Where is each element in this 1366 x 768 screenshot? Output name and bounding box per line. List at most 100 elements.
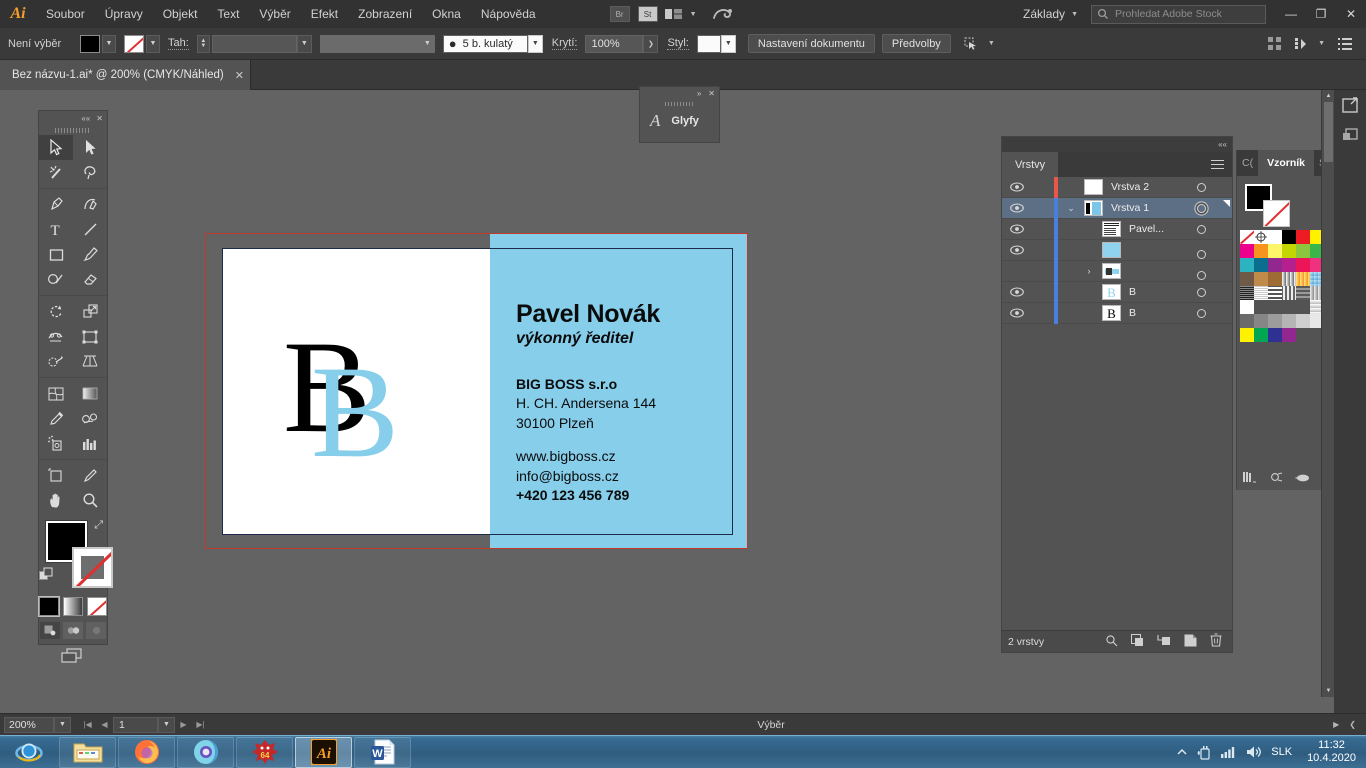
status-resize-icon[interactable]: ❮	[1349, 720, 1356, 729]
align-chevron-icon[interactable]: ▼	[1318, 40, 1325, 47]
layer-visibility-icon[interactable]	[1002, 287, 1032, 297]
swatch-none[interactable]	[1240, 230, 1254, 244]
status-indicator[interactable]: Výběr	[757, 719, 784, 731]
layer-thumbnail[interactable]	[1084, 179, 1103, 195]
swatch-pattern[interactable]	[1268, 286, 1282, 300]
volume-icon[interactable]	[1246, 745, 1262, 759]
taskbar-microsoft-word[interactable]: W	[354, 737, 411, 768]
restore-button[interactable]: ❐	[1306, 0, 1336, 28]
swatch-color[interactable]	[1268, 258, 1282, 272]
perspective-grid-tool[interactable]	[73, 349, 107, 374]
style-label[interactable]: Styl:	[667, 37, 688, 50]
opacity-label[interactable]: Krytí:	[552, 37, 578, 50]
swatch-pattern[interactable]	[1240, 286, 1254, 300]
swatch-color[interactable]	[1296, 230, 1310, 244]
glyphs-drag-grip[interactable]	[640, 100, 719, 108]
tools-close-icon[interactable]: ✕	[96, 114, 103, 123]
create-sublayer-icon[interactable]	[1157, 634, 1171, 650]
style-dropdown-icon[interactable]: ▼	[721, 35, 736, 53]
layer-target-icon[interactable]	[1197, 271, 1206, 280]
layer-target-icon[interactable]	[1197, 204, 1206, 213]
swatch-color[interactable]	[1296, 258, 1310, 272]
layer-row[interactable]: Vrstva 2	[1002, 177, 1232, 198]
swatch-registration[interactable]	[1254, 230, 1268, 244]
swatch-color[interactable]	[1296, 244, 1310, 258]
layer-target-icon[interactable]	[1197, 183, 1206, 192]
menu-napoveda[interactable]: Nápověda	[471, 0, 546, 28]
swatch-color[interactable]	[1240, 314, 1254, 328]
column-graph-tool[interactable]	[73, 431, 107, 456]
tab-vrstvy[interactable]: Vrstvy	[1002, 152, 1058, 177]
swatch-color[interactable]	[1240, 272, 1254, 286]
swatch-color[interactable]	[1282, 328, 1296, 342]
layer-disclosure-icon[interactable]: ›	[1078, 266, 1100, 276]
swatch-color[interactable]	[1268, 328, 1282, 342]
layer-thumbnail[interactable]	[1102, 263, 1121, 279]
scroll-down-arrow[interactable]: ▼	[1322, 685, 1335, 697]
layer-row[interactable]: BB	[1002, 282, 1232, 303]
shaper-tool[interactable]	[39, 267, 73, 292]
layers-panel-menu-icon[interactable]	[1211, 152, 1232, 177]
opacity-flyout-icon[interactable]: ❯	[643, 35, 658, 53]
first-artboard-button[interactable]: |◀	[79, 717, 96, 733]
stroke-weight-stepper[interactable]: ▲▼	[197, 35, 210, 53]
locate-object-icon[interactable]	[1105, 634, 1118, 650]
swatch-color[interactable]	[1254, 328, 1268, 342]
menu-okna[interactable]: Okna	[422, 0, 471, 28]
swatch-color[interactable]	[1282, 314, 1296, 328]
rotate-tool[interactable]	[39, 299, 73, 324]
stock-search-input[interactable]: Prohledat Adobe Stock	[1091, 5, 1266, 24]
glyphs-tab[interactable]: A Glyfy	[640, 108, 719, 131]
screen-mode-button[interactable]	[39, 647, 107, 665]
workspace-switcher[interactable]: Základy	[1021, 7, 1067, 21]
swatch-color[interactable]	[1282, 258, 1296, 272]
zoom-tool[interactable]	[73, 488, 107, 513]
fill-swatch[interactable]	[80, 35, 100, 53]
taskbar-adobe-illustrator[interactable]: Ai	[295, 737, 352, 768]
scale-tool[interactable]	[73, 299, 107, 324]
glyphs-expand-icon[interactable]: »	[697, 89, 701, 98]
tools-collapse-icon[interactable]: ««	[81, 114, 90, 123]
align-grid-icon[interactable]	[1262, 33, 1288, 55]
stroke-profile-field[interactable]	[320, 35, 420, 53]
document-tab[interactable]: Bez názvu-1.ai* @ 200% (CMYK/Náhled) ✕	[0, 60, 251, 90]
swatch-libraries-icon[interactable]	[1243, 471, 1257, 486]
mesh-tool[interactable]	[39, 381, 73, 406]
swatch-color[interactable]	[1268, 314, 1282, 328]
glyphs-close-icon[interactable]: ✕	[708, 89, 715, 98]
default-fill-stroke-icon[interactable]	[39, 567, 54, 585]
tools-drag-grip[interactable]	[39, 125, 107, 135]
new-layer-icon[interactable]	[1184, 634, 1197, 650]
menu-zobrazeni[interactable]: Zobrazení	[348, 0, 422, 28]
layer-thumbnail[interactable]	[1102, 242, 1121, 258]
gradient-mode-button[interactable]	[63, 597, 83, 616]
swatch-color[interactable]	[1254, 272, 1268, 286]
delete-layer-icon[interactable]	[1210, 633, 1222, 650]
layer-visibility-icon[interactable]	[1002, 245, 1032, 255]
stroke-dropdown-icon[interactable]: ▼	[146, 35, 160, 53]
artboard-dropdown-icon[interactable]: ▼	[158, 717, 175, 733]
layers-collapse-icon[interactable]: ««	[1218, 140, 1227, 149]
pen-tool[interactable]	[39, 192, 73, 217]
curvature-tool[interactable]	[73, 192, 107, 217]
last-artboard-button[interactable]: ▶|	[192, 717, 209, 733]
layer-row[interactable]	[1002, 240, 1232, 261]
select-similar-chevron-icon[interactable]: ▼	[988, 40, 995, 47]
draw-behind-button[interactable]	[63, 622, 83, 639]
swatch-color[interactable]	[1268, 244, 1282, 258]
layer-visibility-icon[interactable]	[1002, 224, 1032, 234]
type-tool[interactable]: T	[39, 217, 73, 242]
zoom-dropdown-icon[interactable]: ▼	[54, 717, 71, 733]
vertical-scroll-thumb[interactable]	[1324, 102, 1333, 162]
arrange-chevron-icon[interactable]: ▼	[690, 11, 697, 18]
menu-vyber[interactable]: Výběr	[249, 0, 300, 28]
taskbar-browser[interactable]	[177, 737, 234, 768]
menu-efekt[interactable]: Efekt	[301, 0, 348, 28]
swatch-color[interactable]	[1268, 272, 1282, 286]
graphic-style-field[interactable]	[697, 35, 721, 53]
layer-visibility-icon[interactable]	[1002, 308, 1032, 318]
next-artboard-button[interactable]: ▶	[175, 717, 192, 733]
stroke-label[interactable]: Tah:	[168, 37, 189, 50]
layer-row[interactable]: ›	[1002, 261, 1232, 282]
swatch-color[interactable]	[1254, 258, 1268, 272]
